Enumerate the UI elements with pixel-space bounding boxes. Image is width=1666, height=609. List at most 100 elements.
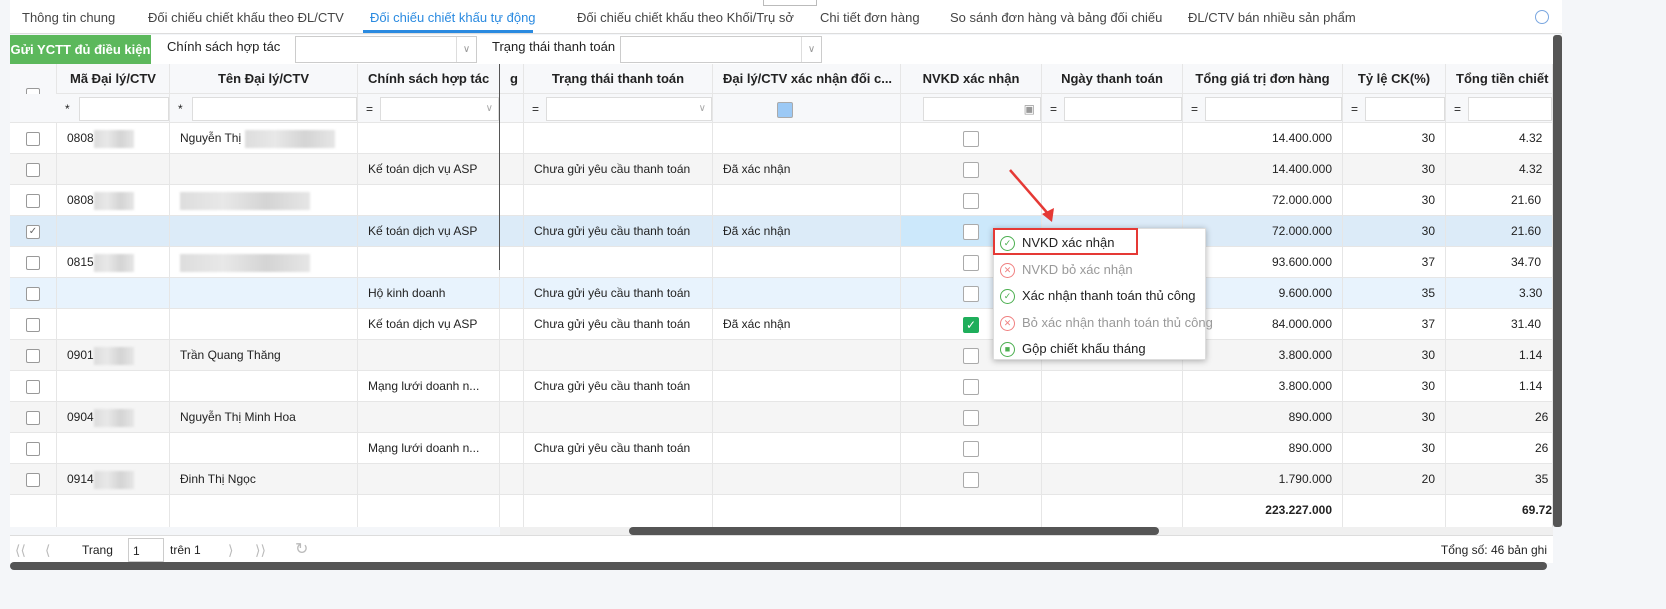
column-header[interactable]: Tên Đại lý/CTV (170, 64, 358, 93)
filter-input[interactable] (192, 97, 357, 121)
table-row: ✓ Kế toán dịch vụ ASP Chưa gửi yêu cầu tha… (10, 216, 1553, 247)
hidden-column (500, 185, 524, 215)
menu-item[interactable]: ✕ NVKD bỏ xác nhận (1000, 258, 1133, 282)
column-header[interactable]: Tổng giá trị đơn hàng (1183, 64, 1343, 93)
hidden-column (500, 247, 524, 277)
menu-item[interactable]: ✕ Bỏ xác nhận thanh toán thủ công (1000, 311, 1213, 335)
summary-cell (500, 495, 524, 527)
last-page-icon[interactable]: ⟩⟩ (255, 542, 266, 559)
highlight-box (993, 228, 1138, 255)
nvkd-checkbox[interactable] (963, 161, 979, 178)
tab-1[interactable]: Đối chiếu chiết khấu theo ĐL/CTV (148, 10, 344, 25)
merge-icon: ■ (1000, 342, 1015, 358)
tab-3[interactable]: Đối chiếu chiết khấu theo Khối/Trụ sở (577, 10, 794, 25)
page-horizontal-scrollbar[interactable] (10, 562, 1547, 570)
agent: Đã xác nhận (713, 309, 901, 339)
status: Chưa gửi yêu cầu thanh toán (524, 371, 713, 401)
nvkd-checkbox[interactable] (963, 223, 979, 240)
policy: Hộ kinh doanh (358, 278, 500, 308)
nvkd-filter-checkbox[interactable] (777, 101, 793, 118)
column-header[interactable]: Tổng tiền chiết k (1446, 64, 1553, 93)
tab-4[interactable]: Chi tiết đơn hàng (820, 10, 920, 25)
row-checkbox[interactable] (26, 441, 40, 456)
total: 72.000.000 (1183, 185, 1343, 215)
row-select-cell: ✓ (10, 216, 57, 246)
status-filter-select[interactable]: ∨ (620, 36, 822, 63)
tab-2[interactable]: Đối chiếu chiết khấu tự động (370, 10, 536, 25)
prev-page-icon[interactable]: ⟨ (45, 542, 50, 559)
column-header[interactable]: Tỷ lệ CK(%) (1343, 64, 1446, 93)
nvkd-checkbox[interactable] (963, 471, 979, 488)
row-checkbox[interactable] (26, 472, 40, 487)
status (524, 247, 713, 277)
rate: 30 (1343, 123, 1446, 153)
nvkd-checkbox[interactable] (963, 254, 979, 271)
nvkd-checkbox-checked[interactable]: ✓ (963, 316, 979, 333)
column-header[interactable]: NVKD xác nhận (901, 64, 1042, 93)
row-checkbox[interactable] (26, 193, 40, 208)
page-input[interactable]: 1 (128, 538, 164, 562)
row-checkbox[interactable] (26, 317, 40, 332)
agent (713, 464, 901, 494)
column-header[interactable]: Chính sách hợp tác (358, 64, 500, 93)
payment-date (1042, 433, 1183, 463)
row-checkbox[interactable] (26, 348, 40, 363)
check-circle-icon: ✓ (1000, 289, 1015, 305)
table-row: 0808 Nguyễn Thị 14.400.000 30 4.32 (10, 123, 1553, 154)
row-checkbox[interactable] (26, 410, 40, 425)
column-header[interactable]: Đại lý/CTV xác nhận đối c... (713, 64, 901, 93)
row-checkbox[interactable]: ✓ (26, 224, 40, 239)
send-payment-request-button[interactable]: Gửi YCTT đủ điều kiện (10, 35, 151, 64)
tab-6[interactable]: ĐL/CTV bán nhiều sản phẩm (1188, 10, 1356, 25)
filter-input[interactable]: ▣ (923, 97, 1041, 121)
filter-input[interactable] (1468, 97, 1552, 121)
nvkd-checkbox[interactable] (963, 378, 979, 395)
summary-cell (10, 495, 57, 527)
agent-code: 0808 (57, 123, 170, 153)
nvkd-checkbox[interactable] (963, 285, 979, 302)
tab-0[interactable]: Thông tin chung (22, 10, 115, 25)
row-checkbox[interactable] (26, 286, 40, 301)
status: Chưa gửi yêu cầu thanh toán (524, 216, 713, 246)
agent-name-text: Nguyễn Thị Minh Hoa (180, 410, 296, 424)
column-header[interactable]: Mã Đại lý/CTV (57, 64, 170, 93)
menu-item[interactable]: ✓ Xác nhận thanh toán thủ công (1000, 284, 1195, 308)
filter-input[interactable] (1064, 97, 1182, 121)
column-header[interactable]: Ngày thanh toán (1042, 64, 1183, 93)
status (524, 185, 713, 215)
nvkd-checkbox[interactable] (963, 130, 979, 147)
nvkd-checkbox[interactable] (963, 409, 979, 426)
vertical-scrollbar[interactable] (1553, 35, 1562, 527)
filter-input[interactable] (79, 97, 169, 121)
horizontal-scrollbar[interactable] (629, 527, 1159, 535)
menu-item[interactable]: ■ Gộp chiết khấu tháng (1000, 337, 1146, 361)
hidden-column (500, 402, 524, 432)
row-checkbox[interactable] (26, 379, 40, 394)
row-checkbox[interactable] (26, 131, 40, 146)
filter-input[interactable]: ∨ (546, 97, 712, 121)
next-page-icon[interactable]: ⟩ (228, 542, 233, 559)
nvkd-checkbox[interactable] (963, 192, 979, 209)
filter-input[interactable] (1365, 97, 1445, 121)
disc: 3.30 (1446, 278, 1553, 308)
disc: 35 (1446, 464, 1553, 494)
settings-icon[interactable] (1535, 10, 1549, 24)
nvkd-checkbox[interactable] (963, 440, 979, 457)
filter-input[interactable]: ∨ (380, 97, 499, 121)
first-page-icon[interactable]: ⟨⟨ (15, 542, 26, 559)
tab-5[interactable]: So sánh đơn hàng và bảng đối chiếu (950, 10, 1162, 25)
nvkd-checkbox[interactable] (963, 347, 979, 364)
collapse-toggle[interactable] (763, 0, 817, 6)
filter-input[interactable] (1205, 97, 1342, 121)
row-checkbox[interactable] (26, 162, 40, 177)
agent (713, 247, 901, 277)
active-tab-underline (363, 30, 533, 33)
policy-filter-select[interactable]: ∨ (295, 36, 477, 63)
refresh-icon[interactable]: ↻ (295, 539, 308, 559)
column-header[interactable]: g (500, 64, 524, 93)
column-header[interactable]: Trạng thái thanh toán (524, 64, 713, 93)
calendar-icon[interactable]: ▣ (1024, 94, 1035, 122)
row-checkbox[interactable] (26, 255, 40, 270)
agent-code (57, 278, 170, 308)
menu-item-label: Xác nhận thanh toán thủ công (1022, 288, 1196, 303)
